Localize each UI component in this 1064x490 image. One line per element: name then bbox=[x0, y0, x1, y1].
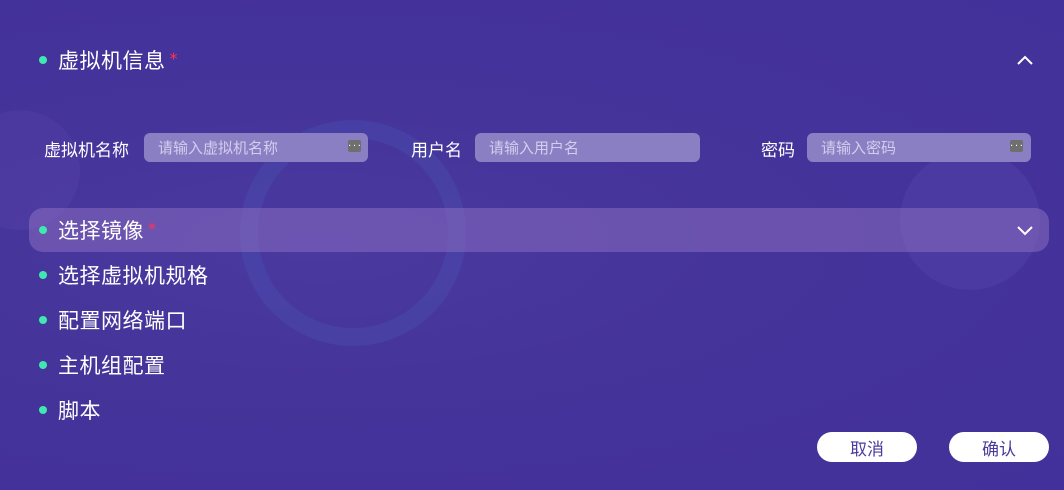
section-title: 脚本 bbox=[58, 399, 101, 423]
vm-name-input[interactable] bbox=[144, 133, 368, 162]
cancel-button[interactable]: 取消 bbox=[817, 432, 917, 462]
bullet-icon bbox=[39, 406, 47, 414]
chevron-up-icon[interactable] bbox=[1015, 54, 1035, 66]
section-network-port[interactable]: 配置网络端口 bbox=[29, 298, 1049, 342]
vm-name-label: 虚拟机名称 bbox=[44, 141, 129, 161]
bullet-icon bbox=[39, 226, 47, 234]
section-title: 配置网络端口 bbox=[58, 309, 187, 333]
password-label: 密码 bbox=[761, 141, 795, 161]
section-title: 主机组配置 bbox=[58, 354, 166, 378]
bullet-icon bbox=[39, 271, 47, 279]
bullet-icon bbox=[39, 56, 47, 64]
section-select-image[interactable]: 选择镜像 * bbox=[29, 208, 1049, 252]
section-title: 虚拟机信息 bbox=[58, 49, 166, 73]
key-dots-icon[interactable]: ··· bbox=[1009, 140, 1024, 152]
section-script[interactable]: 脚本 bbox=[29, 388, 1049, 432]
section-title: 选择镜像 bbox=[58, 219, 144, 243]
chevron-down-icon[interactable] bbox=[1015, 224, 1035, 236]
username-input[interactable] bbox=[475, 133, 700, 162]
section-host-group[interactable]: 主机组配置 bbox=[29, 343, 1049, 387]
username-label: 用户名 bbox=[411, 141, 462, 161]
required-marker: * bbox=[169, 48, 178, 68]
confirm-button[interactable]: 确认 bbox=[949, 432, 1049, 462]
section-title: 选择虚拟机规格 bbox=[58, 264, 209, 288]
section-vm-spec[interactable]: 选择虚拟机规格 bbox=[29, 253, 1049, 297]
bullet-icon bbox=[39, 316, 47, 324]
key-dots-icon[interactable]: ··· bbox=[347, 140, 362, 152]
password-input[interactable] bbox=[807, 133, 1031, 162]
required-marker: * bbox=[148, 218, 156, 238]
section-vm-info[interactable]: 虚拟机信息 * bbox=[29, 38, 1049, 82]
bullet-icon bbox=[39, 361, 47, 369]
